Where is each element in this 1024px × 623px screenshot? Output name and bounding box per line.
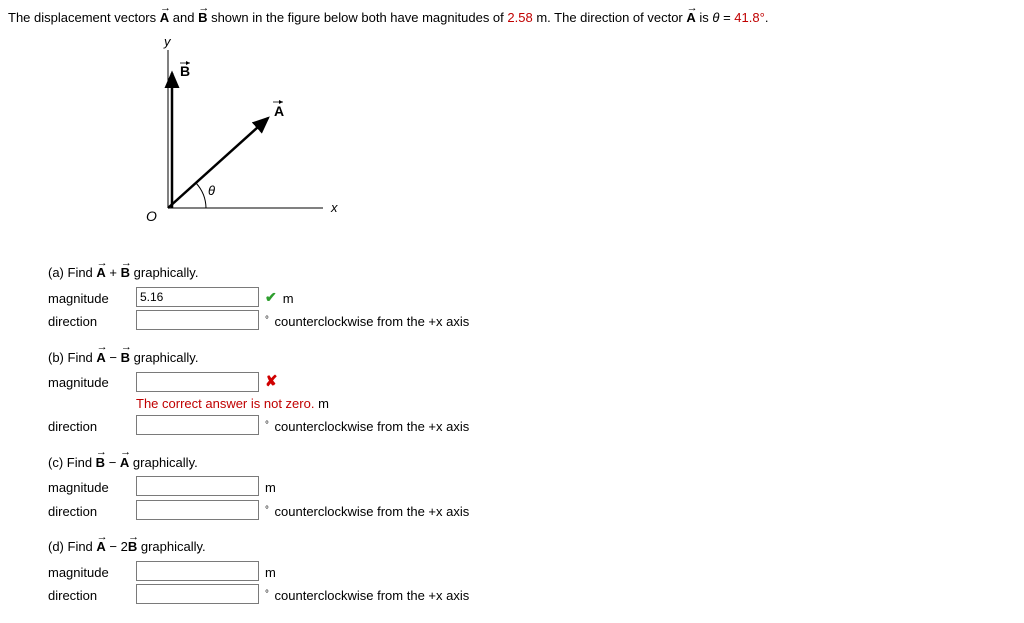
check-icon: ✔ (265, 287, 277, 308)
y-axis-label: y (163, 38, 172, 49)
part-d-direction-input[interactable] (136, 584, 259, 604)
part-d-title: (d) Find A − 2B graphically. (48, 537, 1016, 557)
vector-figure: x y O B A θ (128, 38, 1016, 244)
magnitude-label: magnitude (48, 287, 136, 309)
magnitude-label: magnitude (48, 371, 136, 393)
unit-m: m (265, 561, 276, 583)
part-c-magnitude-input[interactable] (136, 476, 259, 496)
part-d-magnitude-input[interactable] (136, 561, 259, 581)
degree-icon: ° (265, 589, 269, 600)
part-b-title: (b) Find A − B graphically. (48, 348, 1016, 368)
part-b: (b) Find A − B graphically. magnitude ✘ … (48, 348, 1016, 437)
part-c-title: (c) Find B − A graphically. (48, 453, 1016, 473)
magnitude-value: 2.58 (507, 10, 532, 25)
part-a-magnitude-input[interactable] (136, 287, 259, 307)
part-a-title: (a) Find A + B graphically. (48, 263, 1016, 283)
part-a: (a) Find A + B graphically. magnitude ✔ … (48, 263, 1016, 332)
theta-symbol: θ (712, 10, 719, 25)
part-c: (c) Find B − A graphically. magnitude m … (48, 453, 1016, 522)
vec-A-label: A (274, 103, 284, 119)
problem-statement: The displacement vectors A and B shown i… (8, 8, 1016, 28)
part-d: (d) Find A − 2B graphically. magnitude m… (48, 537, 1016, 606)
magnitude-label: magnitude (48, 561, 136, 583)
part-b-magnitude-input[interactable] (136, 372, 259, 392)
x-icon: ✘ (265, 371, 278, 394)
degree-icon: ° (265, 420, 269, 431)
vec-B-label: B (180, 63, 190, 79)
degree-icon: ° (265, 315, 269, 326)
statement-text: The displacement vectors (8, 10, 160, 25)
statement-and: and (173, 10, 198, 25)
magnitude-label: magnitude (48, 476, 136, 498)
direction-label: direction (48, 415, 136, 437)
origin-label: O (146, 208, 157, 224)
vector-B: B (198, 8, 207, 28)
theta-label: θ (208, 183, 215, 198)
part-b-direction-input[interactable] (136, 415, 259, 435)
vector-A: A (160, 8, 169, 28)
direction-label: direction (48, 500, 136, 522)
vector-A-2: A (686, 8, 695, 28)
unit-m: m (265, 476, 276, 498)
feedback-text: The correct answer is not zero. (136, 396, 314, 411)
part-c-direction-input[interactable] (136, 500, 259, 520)
direction-label: direction (48, 310, 136, 332)
degree-icon: ° (265, 505, 269, 516)
part-a-direction-input[interactable] (136, 310, 259, 330)
direction-label: direction (48, 584, 136, 606)
x-axis-label: x (330, 200, 338, 215)
unit-m: m (283, 287, 294, 309)
angle-value: 41.8 (734, 10, 759, 25)
